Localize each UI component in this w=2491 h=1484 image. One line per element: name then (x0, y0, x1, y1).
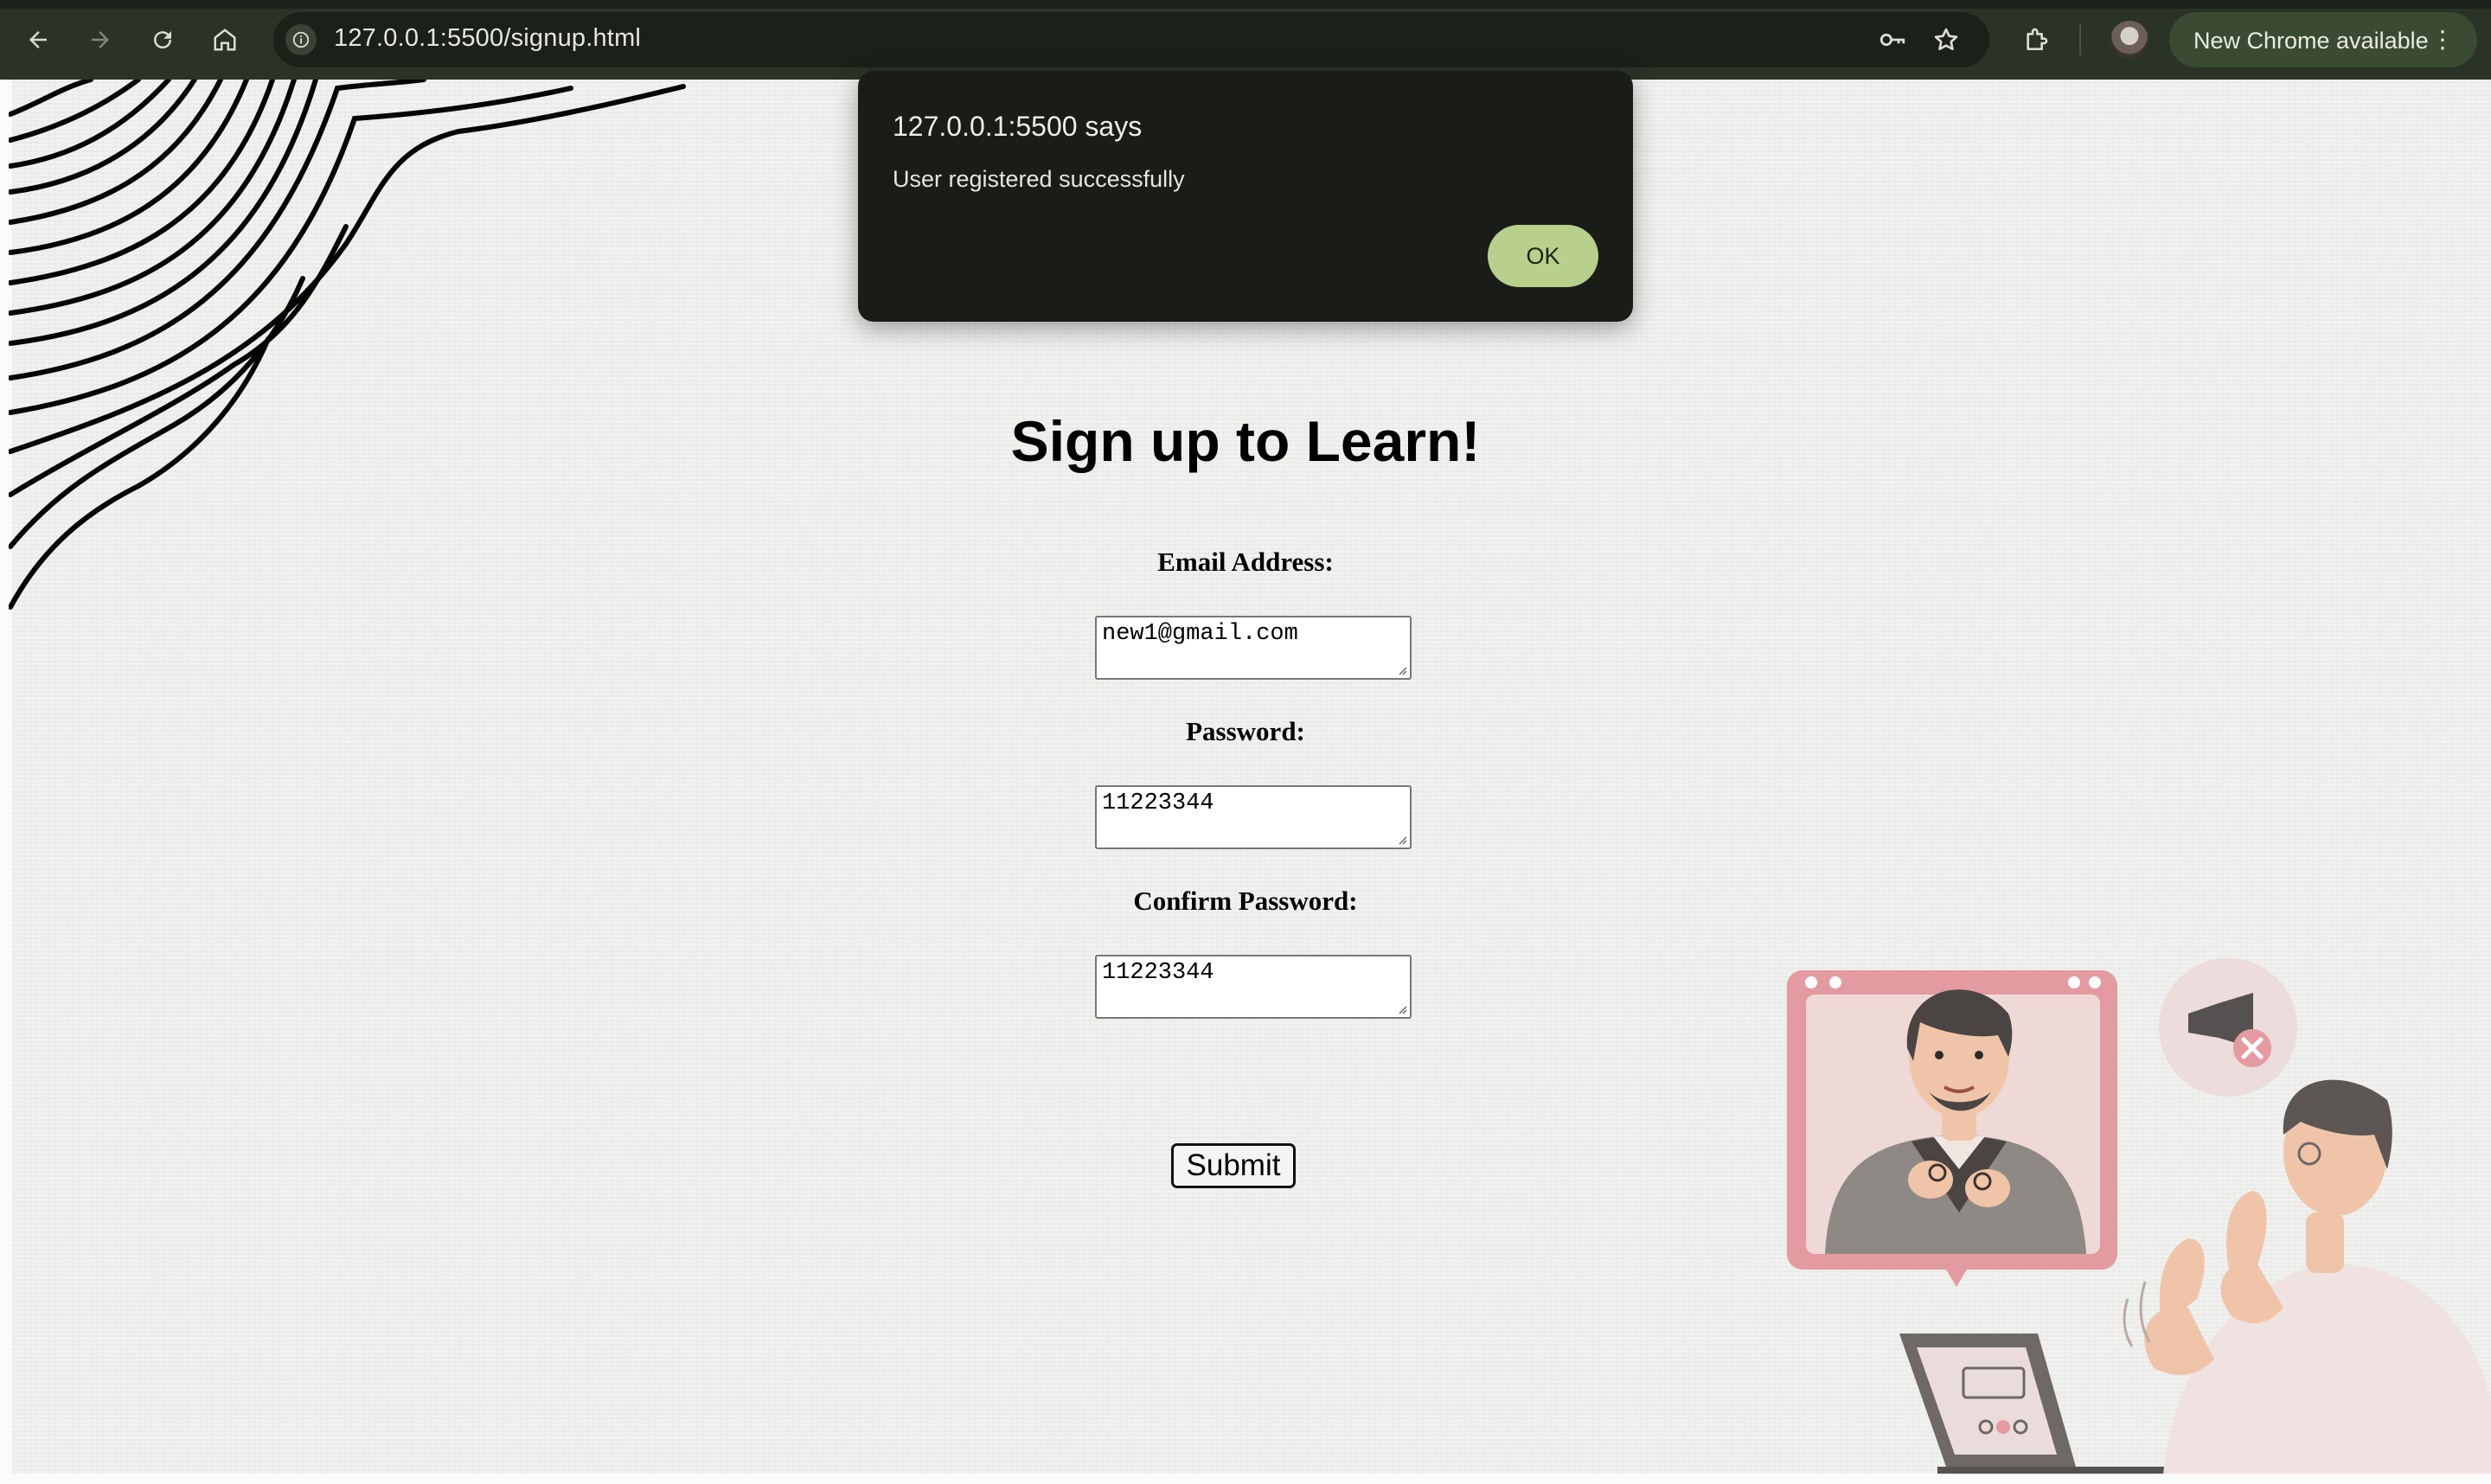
new-chrome-available-button[interactable]: New Chrome available ⋮ (2169, 12, 2477, 67)
browser-toolbar: 127.0.0.1:5500/signup.html New Chrome av… (0, 0, 2491, 80)
home-icon[interactable] (204, 19, 246, 61)
page-edge-bottom (0, 1474, 2491, 1484)
address-bar[interactable]: 127.0.0.1:5500/signup.html (273, 12, 1989, 67)
ok-button[interactable]: OK (1488, 225, 1598, 287)
resize-grip-icon[interactable] (1397, 1004, 1407, 1014)
extensions-icon[interactable] (2015, 19, 2057, 61)
toolbar-separator (2079, 24, 2081, 55)
dialog-message: User registered successfully (893, 166, 1185, 192)
profile-avatar[interactable] (2110, 21, 2148, 59)
password-field[interactable]: 11223344 (1095, 785, 1412, 849)
confirm-password-field[interactable]: 11223344 (1095, 955, 1412, 1019)
bookmark-star-icon[interactable] (1931, 24, 1962, 55)
back-icon[interactable] (17, 19, 59, 61)
reload-icon[interactable] (142, 19, 183, 61)
email-value: new1@gmail.com (1102, 621, 1298, 647)
page-title: Sign up to Learn! (1010, 409, 1481, 473)
alert-dialog: 127.0.0.1:5500 says User registered succ… (858, 71, 1633, 322)
tab-strip-edge (0, 0, 2491, 9)
site-info-icon[interactable] (285, 24, 317, 55)
submit-button[interactable]: Submit (1171, 1143, 1296, 1188)
password-label: Password: (1186, 716, 1305, 746)
decorative-wave-lines (9, 80, 686, 610)
dialog-title: 127.0.0.1:5500 says (893, 111, 1143, 142)
confirm-password-value: 11223344 (1102, 960, 1214, 986)
resize-grip-icon[interactable] (1397, 835, 1407, 845)
url-text[interactable]: 127.0.0.1:5500/signup.html (334, 24, 641, 53)
more-vert-icon[interactable]: ⋮ (2430, 26, 2455, 54)
password-value: 11223344 (1102, 790, 1214, 816)
confirm-password-label: Confirm Password: (1133, 886, 1358, 916)
sign-language-illustration (1787, 958, 2491, 1484)
email-field[interactable]: new1@gmail.com (1095, 616, 1412, 680)
forward-icon[interactable] (80, 19, 121, 61)
resize-grip-icon[interactable] (1397, 665, 1407, 675)
email-label: Email Address: (1157, 547, 1334, 577)
password-key-icon[interactable] (1877, 24, 1908, 55)
update-label: New Chrome available (2193, 28, 2429, 54)
